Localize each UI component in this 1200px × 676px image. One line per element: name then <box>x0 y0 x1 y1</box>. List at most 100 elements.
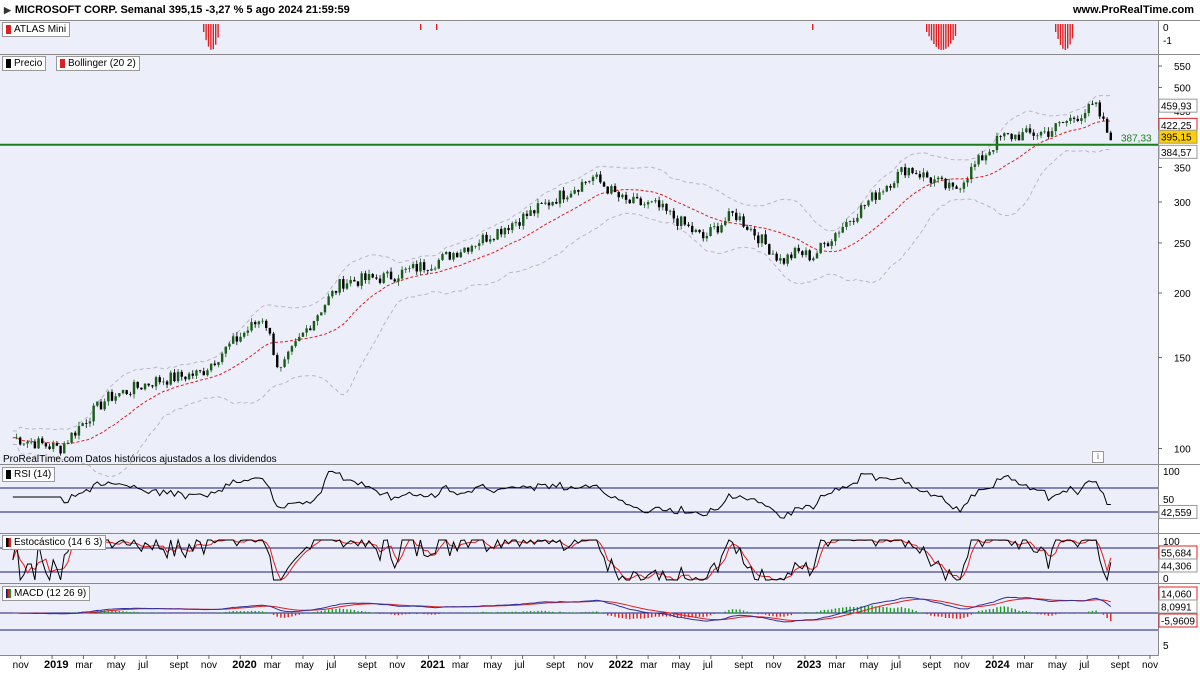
candle-body <box>739 216 741 220</box>
macd-histogram-bar <box>1004 606 1005 613</box>
data-note: ProRealTime.com Datos históricos ajustad… <box>3 454 277 465</box>
candle-body <box>74 433 76 436</box>
candle-body <box>999 136 1001 137</box>
candle-body <box>1058 122 1060 123</box>
candle-body <box>783 258 785 263</box>
macd-histogram-bar <box>534 611 535 613</box>
candle-body <box>988 152 990 156</box>
macd-histogram-bar <box>302 613 303 614</box>
candle-body <box>981 155 983 160</box>
macd-line <box>13 597 1111 622</box>
macd-histogram-bar <box>780 613 781 617</box>
macd-histogram-bar <box>541 611 542 613</box>
candle-body <box>1055 123 1057 131</box>
candle-body <box>1036 135 1038 136</box>
candle-body <box>629 200 631 203</box>
candle-body <box>92 406 94 422</box>
macd-histogram-bar <box>827 610 828 613</box>
candle-body <box>250 322 252 330</box>
atlas-bar <box>1055 24 1056 32</box>
candle-body <box>305 328 307 332</box>
candle-body <box>177 372 179 381</box>
candle-body <box>232 336 234 343</box>
candle-body <box>173 373 175 382</box>
macd-histogram-bar <box>805 612 806 613</box>
x-tick-label: mar <box>828 660 846 671</box>
atlas-label[interactable]: ATLAS Mini <box>2 22 70 37</box>
macd-histogram-bar <box>1081 613 1082 614</box>
rsi-tick-50: 50 <box>1163 495 1175 506</box>
macd-histogram-bar <box>982 610 983 613</box>
candle-body <box>397 278 399 281</box>
macd-histogram-bar <box>519 612 520 613</box>
x-tick-label: jul <box>137 660 148 671</box>
macd-histogram-bar <box>941 613 942 617</box>
x-tick-label: 2022 <box>609 659 633 671</box>
candle-body <box>1025 128 1027 132</box>
candle-body <box>812 258 814 260</box>
macd-histogram-bar <box>1110 613 1111 621</box>
macd-histogram-bar <box>478 612 479 613</box>
candle-body <box>952 183 954 187</box>
candle-body <box>236 336 238 341</box>
macd-histogram-bar <box>1048 613 1049 616</box>
candle-body <box>658 200 660 207</box>
candle-body <box>504 228 506 234</box>
candle-body <box>1047 131 1049 136</box>
macd-histogram-bar <box>794 613 795 614</box>
macd-tick-5: 5 <box>1163 641 1169 652</box>
candle-body <box>1110 133 1112 141</box>
rsi-tick-100: 100 <box>1163 467 1180 478</box>
macd-histogram-bar <box>280 613 281 618</box>
macd-histogram-bar <box>831 609 832 613</box>
macd-histogram-bar <box>365 612 366 613</box>
candle-body <box>434 269 436 270</box>
candle-body <box>309 328 311 330</box>
candle-body <box>1032 133 1034 136</box>
candle-body <box>70 433 72 443</box>
atlas-bar <box>933 24 934 44</box>
macd-histogram-bar <box>820 611 821 613</box>
bollinger-label[interactable]: Bollinger (20 2) <box>56 56 140 71</box>
candle-body <box>122 390 124 393</box>
rsi-label[interactable]: RSI (14) <box>2 467 55 482</box>
x-tick-label: nov <box>766 660 782 671</box>
macd-histogram-bar <box>122 611 123 613</box>
macd-value2-tag: 8,0991 <box>1161 603 1192 614</box>
macd-histogram-bar <box>537 611 538 613</box>
candle-body <box>559 191 561 204</box>
atlas-bar <box>436 24 437 30</box>
x-tick-label: nov <box>954 660 970 671</box>
candle-body <box>467 248 469 252</box>
price-label[interactable]: Precio <box>2 56 46 71</box>
macd-histogram-bar <box>835 608 836 613</box>
candle-body <box>805 250 807 255</box>
macd-label[interactable]: MACD (12 26 9) <box>2 586 90 601</box>
macd-histogram-bar <box>787 613 788 616</box>
candle-body <box>621 195 623 197</box>
macd-histogram-bar <box>1029 612 1030 613</box>
candle-body <box>37 438 39 448</box>
macd-histogram-bar <box>644 613 645 619</box>
candle-body <box>96 402 98 406</box>
candle-body <box>757 235 759 243</box>
chart-svg[interactable]: 387,33550500450400350300250200150100459,… <box>0 0 1200 675</box>
candle-body <box>100 402 102 410</box>
x-tick-label: mar <box>452 660 470 671</box>
atlas-color-swatch <box>6 25 11 34</box>
candle-body <box>184 377 186 380</box>
bollinger-color-swatch <box>60 59 65 68</box>
candle-body <box>676 218 678 226</box>
stoch-label[interactable]: Estocástico (14 6 3) <box>2 535 106 550</box>
macd-histogram-bar <box>592 612 593 613</box>
candle-body <box>566 197 568 199</box>
macd-histogram-bar <box>622 613 623 618</box>
macd-histogram-bar <box>732 609 733 613</box>
candle-body <box>342 279 344 289</box>
price-tick-label: 150 <box>1174 354 1191 365</box>
macd-histogram-bar <box>501 612 502 613</box>
info-icon[interactable]: i <box>1092 451 1104 463</box>
candle-body <box>291 346 293 352</box>
support-line-label: 387,33 <box>1121 134 1152 145</box>
candle-body <box>456 253 458 257</box>
